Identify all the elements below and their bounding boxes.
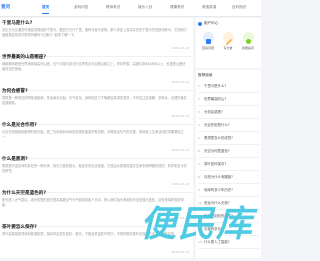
article-date: 2020-02-19 <box>171 182 189 186</box>
list-item[interactable]: 5. 黑洞是怎么形成的? <box>198 132 259 145</box>
answer-question-button[interactable]: 回答问题 <box>198 32 218 50</box>
nav-item-health[interactable]: 健康常识 <box>170 5 184 10</box>
top-navigation-bar: 爱问 首页 游戏问答 教育考试 娱乐八卦 健康常识 美食菜谱 百科知识 <box>0 0 261 17</box>
reading-link[interactable]: 天空为何是蓝色? <box>204 148 259 153</box>
user-center-title: 用户中心 <box>204 21 219 25</box>
recommended-reading-title: 推荐阅读 <box>198 73 213 77</box>
article-title[interactable]: 什么是光合作用? <box>2 122 37 128</box>
write-article-button[interactable]: 写文章 <box>218 32 238 50</box>
article-summary: 黑洞是宇宙空间内存在的一种天体，其引力极其强大，就连光也无法逃逸。它是由大质量恒… <box>2 164 187 173</box>
article-summary: 珠穆朗玛峰是世界海拔最高的山峰，位于中国与尼泊尔交界的喜马拉雅山脉之上，终年积雪… <box>2 62 186 71</box>
article-title[interactable]: 世界最高的山是哪座? <box>2 54 46 60</box>
nav-item-entertainment[interactable]: 娱乐八卦 <box>138 5 152 10</box>
ask-question-button[interactable]: 我要提问 <box>238 32 258 50</box>
article-title[interactable]: 什么是黑洞? <box>2 156 28 162</box>
nav-item-games[interactable]: 游戏问答 <box>74 5 88 10</box>
reading-link[interactable]: 千里马是什么? <box>204 83 259 88</box>
nav-item-home[interactable]: 首页 <box>42 5 50 14</box>
article-summary: 光合作用是绿色植物利用光能，把二氧化碳和水转化成储存能量的有机物，并释放出氧气的… <box>2 130 184 139</box>
nav-item-education[interactable]: 教育考试 <box>106 5 120 10</box>
nav-item-encyclopedia[interactable]: 百科知识 <box>232 5 246 10</box>
list-item[interactable]: 1. 千里马是什么? <box>198 80 259 93</box>
list-item[interactable]: 2. 世界最高的山? <box>198 93 259 106</box>
list-item[interactable]: 8. 月亮为什么有圆缺? <box>198 171 259 184</box>
ask-icon <box>242 32 254 44</box>
reading-link[interactable]: 世界最高的山? <box>204 96 259 101</box>
user-center-actions: 回答问题 写文章 我要提问 <box>196 32 261 62</box>
article-summary: 谈论古代交通的时候经常提到的千里马，据说它日行千里，被称为宝马良驹。那么历史上真… <box>2 28 187 37</box>
list-item[interactable]: 7. 茶叶如何保存? <box>198 158 259 171</box>
reading-link[interactable]: 茶叶如何保存? <box>204 161 259 166</box>
article-date: 2020-02-19 <box>171 46 189 50</box>
reading-link[interactable]: 为何会感冒? <box>204 109 259 114</box>
article-title[interactable]: 为什么天空是蓝色的? <box>2 190 46 196</box>
nav-item-food[interactable]: 美食菜谱 <box>202 5 216 10</box>
user-icon <box>198 21 202 26</box>
reading-link[interactable]: 地球有多少年历史? <box>204 187 259 192</box>
reading-link[interactable]: 月亮为什么有圆缺? <box>204 174 259 179</box>
reading-link[interactable]: 光合作用是什么? <box>204 122 259 127</box>
main-nav: 首页 游戏问答 教育考试 娱乐八卦 健康常识 美食菜谱 百科知识 <box>0 0 261 16</box>
list-item[interactable]: 6. 天空为何是蓝色? <box>198 145 259 158</box>
write-icon <box>222 32 234 45</box>
list-item[interactable]: 4. 光合作用是什么? <box>198 119 259 132</box>
answer-icon <box>202 32 214 44</box>
article-date: 2020-02-19 <box>171 114 189 118</box>
article-title[interactable]: 茶叶要怎么保存? <box>2 224 37 230</box>
user-center-header: 用户中心 <box>198 21 218 26</box>
article-date: 2020-02-19 <box>171 250 189 254</box>
site-watermark: 便民库 <box>140 204 255 245</box>
list-item[interactable]: 3. 为何会感冒? <box>198 106 259 119</box>
article-title[interactable]: 千里马是什么? <box>2 20 32 26</box>
user-center-card: 用户中心 回答问题 写文章 我要提问 <box>196 18 261 68</box>
article-title[interactable]: 为何会感冒? <box>2 88 28 94</box>
reading-link[interactable]: 黑洞是怎么形成的? <box>204 135 259 140</box>
article-summary: 感冒是一种常见的呼吸道疾病，多由病毒引起。天气变化、身体抵抗力下降都容易诱发感冒… <box>2 96 187 105</box>
article-date: 2020-02-19 <box>171 80 189 84</box>
article-date: 2020-02-19 <box>171 148 189 152</box>
